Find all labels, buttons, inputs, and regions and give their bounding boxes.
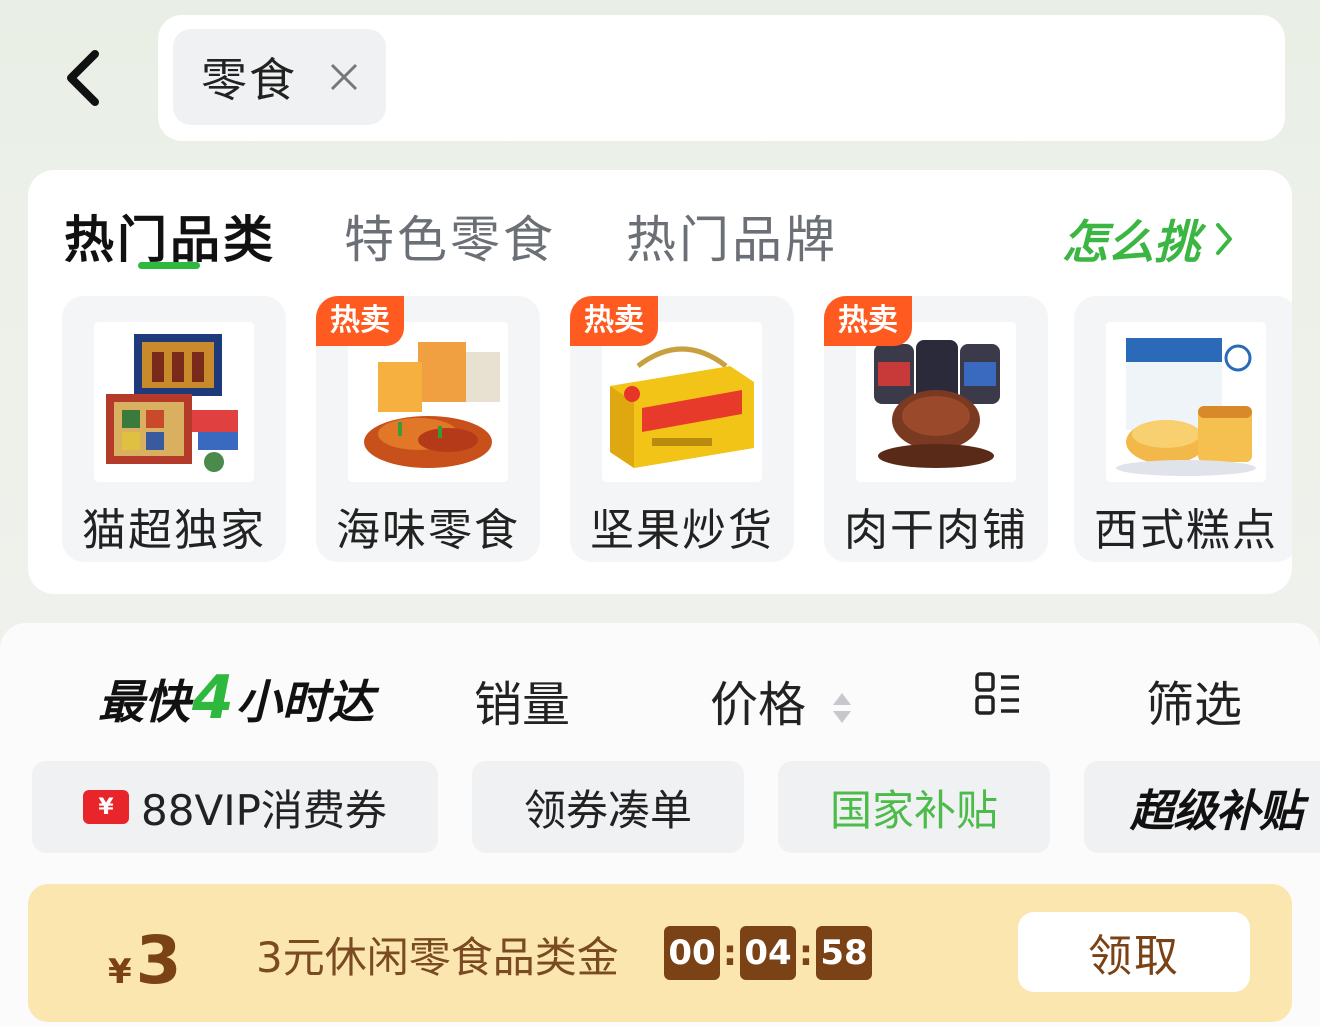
national-subsidy-chip[interactable]: 国家补贴 bbox=[778, 761, 1050, 853]
gift-box-image bbox=[94, 322, 254, 482]
timer-hours: 00 bbox=[664, 926, 720, 980]
layout-toggle-button[interactable] bbox=[974, 671, 1022, 721]
nut-gift-box-image bbox=[602, 322, 762, 482]
hot-sale-badge: 热卖 bbox=[824, 296, 912, 346]
currency-symbol: ¥ bbox=[108, 952, 132, 992]
collect-coupon-label: 领券凑单 bbox=[523, 785, 692, 835]
super-subsidy-chip[interactable]: 超级补贴 bbox=[1084, 761, 1320, 853]
timer-seconds: 58 bbox=[816, 926, 872, 980]
category-label: 坚果炒货 bbox=[590, 505, 774, 556]
category-item-cat-exclusive[interactable]: 猫超独家 bbox=[62, 296, 286, 562]
category-label: 西式糕点 bbox=[1094, 505, 1278, 556]
search-box[interactable]: 零食 bbox=[158, 15, 1285, 141]
chevron-right-icon bbox=[1216, 223, 1232, 255]
cake-image bbox=[1106, 322, 1266, 482]
category-card: 热门品类 特色零食 热门品牌 怎么挑 猫超独家 热卖 海味零食 热卖 坚果炒货 … bbox=[28, 170, 1292, 594]
sort-sales[interactable]: 销量 bbox=[474, 665, 570, 735]
amount-value: 3 bbox=[135, 922, 182, 999]
countdown-timer: 00 : 04 : 58 bbox=[664, 926, 872, 980]
fast-delivery-suffix: 小时达 bbox=[235, 675, 374, 729]
search-tag-label: 零食 bbox=[201, 53, 297, 107]
category-label: 海味零食 bbox=[336, 505, 520, 556]
collect-coupon-chip[interactable]: 领券凑单 bbox=[472, 761, 744, 853]
coupon-description: 3元休闲零食品类金 bbox=[256, 933, 619, 982]
coupon-amount: ¥ 3 bbox=[108, 922, 182, 999]
filter-button[interactable]: 筛选 bbox=[1146, 665, 1242, 735]
vip-coupon-chip[interactable]: ¥ 88VIP消费券 bbox=[32, 761, 438, 853]
timer-minutes: 04 bbox=[740, 926, 796, 980]
active-tab-indicator bbox=[138, 262, 200, 269]
timer-separator: : bbox=[722, 932, 738, 974]
chevron-left-icon bbox=[67, 50, 99, 106]
category-item-seafood-snacks[interactable]: 热卖 海味零食 bbox=[316, 296, 540, 562]
sort-price[interactable]: 价格 bbox=[710, 665, 853, 735]
hot-sale-badge: 热卖 bbox=[570, 296, 658, 346]
sort-arrows-icon bbox=[833, 693, 852, 723]
hot-sale-badge: 热卖 bbox=[316, 296, 404, 346]
sort-price-label: 价格 bbox=[710, 677, 807, 733]
category-item-western-pastry[interactable]: 西式糕点 bbox=[1074, 296, 1292, 562]
jerky-image bbox=[856, 322, 1016, 482]
national-subsidy-label: 国家补贴 bbox=[829, 785, 998, 835]
close-icon[interactable] bbox=[326, 59, 362, 95]
how-to-pick-link[interactable]: 怎么挑 bbox=[1062, 206, 1234, 272]
how-to-pick-label: 怎么挑 bbox=[1062, 215, 1200, 269]
list-view-icon bbox=[975, 672, 1019, 715]
category-label: 猫超独家 bbox=[82, 505, 266, 556]
timer-separator: : bbox=[798, 932, 814, 974]
fast-delivery-number: 4 bbox=[192, 663, 234, 733]
category-label: 肉干肉铺 bbox=[844, 505, 1028, 556]
category-item-jerky[interactable]: 热卖 肉干肉铺 bbox=[824, 296, 1048, 562]
fast-delivery-sort[interactable]: 最快 4 小时达 bbox=[98, 663, 374, 733]
tab-featured-snacks[interactable]: 特色零食 bbox=[344, 200, 556, 272]
tab-hot-brands[interactable]: 热门品牌 bbox=[626, 200, 838, 272]
category-item-nuts[interactable]: 热卖 坚果炒货 bbox=[570, 296, 794, 562]
fast-delivery-prefix: 最快 bbox=[98, 675, 190, 729]
coupon-icon: ¥ bbox=[83, 790, 130, 824]
super-subsidy-label: 超级补贴 bbox=[1130, 786, 1303, 837]
category-coupon-banner: ¥ 3 3元休闲零食品类金 00 : 04 : 58 领取 bbox=[28, 884, 1292, 1022]
claim-button[interactable]: 领取 bbox=[1018, 912, 1250, 992]
back-button[interactable] bbox=[48, 40, 118, 116]
seafood-snack-image bbox=[348, 322, 508, 482]
search-tag[interactable]: 零食 bbox=[173, 29, 386, 125]
vip-coupon-label: 88VIP消费券 bbox=[141, 785, 387, 835]
